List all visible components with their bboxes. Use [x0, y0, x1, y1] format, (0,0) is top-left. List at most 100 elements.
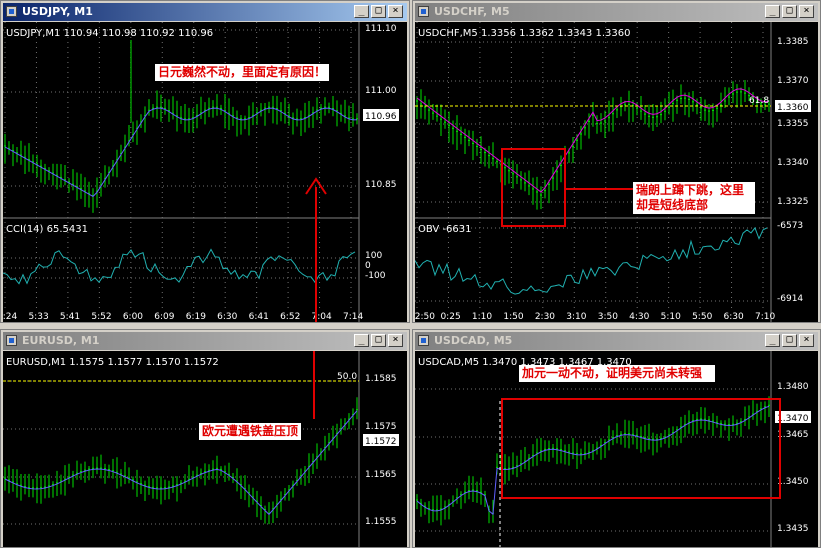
window-eurusd[interactable]: EURUSD, M1 _ □ × 50.0 EURUSD,M1 1.1575 1… [0, 329, 410, 548]
sub-tick: -100 [365, 271, 386, 281]
current-price-label: 1.3360 [777, 103, 809, 113]
candles [416, 396, 770, 526]
time-tick: 3:50 [598, 312, 618, 322]
window-usdjpy-titlebar[interactable]: USDJPY, M1 _ □ × [3, 3, 407, 21]
chart-header: USDJPY,M1 110.94 110.98 110.92 110.96 [6, 28, 213, 39]
fib-level-label: 61.8 [749, 96, 769, 106]
maximize-button[interactable]: □ [782, 334, 797, 347]
sub-tick: -6573 [777, 221, 803, 231]
price-tick: 1.3340 [777, 158, 809, 168]
time-tick: 1:10 [472, 312, 492, 322]
current-price-label: 1.1572 [365, 437, 397, 447]
time-tick: 7:04 [312, 312, 332, 322]
chart-header: EURUSD,M1 1.1575 1.1577 1.1570 1.1572 [6, 357, 219, 368]
time-axis: 5:24 5:33 5:41 5:52 6:00 6:09 6:19 6:30 6:41 6:52… [3, 312, 363, 322]
chart-canvas[interactable]: 61.8 USDCHF,M5 1.3356 1.3362 1.3343 1.33… [415, 22, 818, 322]
window-title: EURUSD, M1 [22, 334, 100, 347]
time-tick: 6:41 [249, 312, 269, 322]
time-tick: 5:10 [661, 312, 681, 322]
time-tick: 5:52 [91, 312, 111, 322]
window-title: USDCHF, M5 [434, 5, 510, 18]
sub-tick: 100 [365, 251, 382, 261]
window-title: USDJPY, M1 [22, 5, 93, 18]
fib-level-label: 50.0 [337, 372, 357, 382]
chart-svg-usdchf: 61.8 USDCHF,M5 1.3356 1.3362 1.3343 1.33… [415, 22, 811, 322]
time-tick: 6:19 [186, 312, 206, 322]
annotation-label: 欧元遭遇铁盖压顶 [199, 423, 302, 440]
time-tick: 5:50 [692, 312, 712, 322]
time-tick: 6:30 [724, 312, 744, 322]
minimize-button[interactable]: _ [354, 334, 369, 347]
indicator-line [3, 248, 356, 285]
minimize-button[interactable]: _ [765, 334, 780, 347]
close-button[interactable]: × [799, 334, 814, 347]
price-tick: 111.10 [365, 24, 397, 34]
price-tick: 1.3465 [777, 430, 809, 440]
time-tick: 0:25 [440, 312, 460, 322]
sub-tick: -6914 [777, 294, 803, 304]
price-tick: 1.3355 [777, 119, 809, 129]
price-tick: 110.85 [365, 180, 397, 190]
window-usdcad-titlebar[interactable]: USDCAD, M5 _ □ × [415, 332, 818, 350]
chart-window-icon [418, 6, 429, 17]
minimize-button[interactable]: _ [765, 5, 780, 18]
chart-window-icon [6, 335, 17, 346]
price-tick: 1.1555 [365, 517, 397, 527]
chart-canvas[interactable]: USDCAD,M5 1.3470 1.3473 1.3467 1.3470 1.… [415, 351, 818, 547]
indicator-line [415, 226, 768, 295]
time-tick: 6:09 [154, 312, 174, 322]
grid [3, 351, 360, 547]
minimize-button[interactable]: _ [354, 5, 369, 18]
price-tick: 1.3480 [777, 382, 809, 392]
annotation-label: 瑞朗上蹿下跳，这里却是短线底部 [633, 182, 755, 214]
annotation-label: 加元一动不动，证明美元尚未转强 [519, 365, 715, 382]
chart-svg-eurusd: 50.0 EURUSD,M1 1.1575 1.1577 1.1570 1.15… [3, 351, 399, 547]
price-tick: 1.1575 [365, 422, 397, 432]
time-axis: 22:50 0:25 1:10 1:50 2:30 3:10 3:50 4:30 5:10 5:5… [415, 312, 775, 322]
time-tick: 4:30 [629, 312, 649, 322]
sub-header: CCI(14) 65.5431 [6, 224, 88, 235]
maximize-button[interactable]: □ [371, 334, 386, 347]
chart-window-icon [6, 6, 17, 17]
price-tick: 1.1585 [365, 374, 397, 384]
time-tick: 6:00 [123, 312, 143, 322]
maximize-button[interactable]: □ [782, 5, 797, 18]
price-tick: 111.00 [365, 86, 397, 96]
window-usdcad[interactable]: USDCAD, M5 _ □ × USDCAD,M5 1.3470 1.3473… [412, 329, 821, 548]
price-tick: 1.1565 [365, 470, 397, 480]
chart-canvas[interactable]: USDJPY,M1 110.94 110.98 110.92 110.96 11… [3, 22, 407, 322]
price-tick: 1.3370 [777, 76, 809, 86]
window-usdchf-titlebar[interactable]: USDCHF, M5 _ □ × [415, 3, 818, 21]
window-title: USDCAD, M5 [434, 334, 513, 347]
time-tick: 5:41 [60, 312, 80, 322]
time-tick: 3:10 [566, 312, 586, 322]
time-tick: 1:50 [503, 312, 523, 322]
chart-header: USDCHF,M5 1.3356 1.3362 1.3343 1.3360 [418, 28, 630, 39]
price-tick: 1.3325 [777, 197, 809, 207]
price-tick: 1.3450 [777, 477, 809, 487]
maximize-button[interactable]: □ [371, 5, 386, 18]
annotation-label: 日元巍然不动，里面定有原因！ [155, 64, 330, 81]
current-price-label: 1.3470 [777, 414, 809, 424]
sub-header: OBV -6631 [418, 224, 472, 235]
price-tick: 1.3435 [777, 524, 809, 534]
close-button[interactable]: × [799, 5, 814, 18]
current-price-label: 110.96 [365, 112, 397, 122]
candles [4, 397, 358, 525]
window-usdjpy[interactable]: USDJPY, M1 _ □ × USDJPY,M1 110.94 110.98… [0, 0, 410, 323]
close-button[interactable]: × [388, 5, 403, 18]
grid [415, 22, 772, 322]
time-tick: 5:33 [28, 312, 48, 322]
close-button[interactable]: × [388, 334, 403, 347]
time-tick: 2:30 [535, 312, 555, 322]
time-tick: 5:24 [3, 312, 17, 322]
window-eurusd-titlebar[interactable]: EURUSD, M1 _ □ × [3, 332, 407, 350]
time-tick: 22:50 [415, 312, 435, 322]
chart-window-icon [418, 335, 429, 346]
time-tick: 6:30 [217, 312, 237, 322]
window-usdchf[interactable]: USDCHF, M5 _ □ × 61.8 USDCHF,M5 1.3356 1… [412, 0, 821, 323]
sub-tick: 0 [365, 261, 371, 271]
price-tick: 1.3385 [777, 37, 809, 47]
chart-canvas[interactable]: 50.0 EURUSD,M1 1.1575 1.1577 1.1570 1.15… [3, 351, 407, 547]
time-tick: 7:14 [343, 312, 363, 322]
